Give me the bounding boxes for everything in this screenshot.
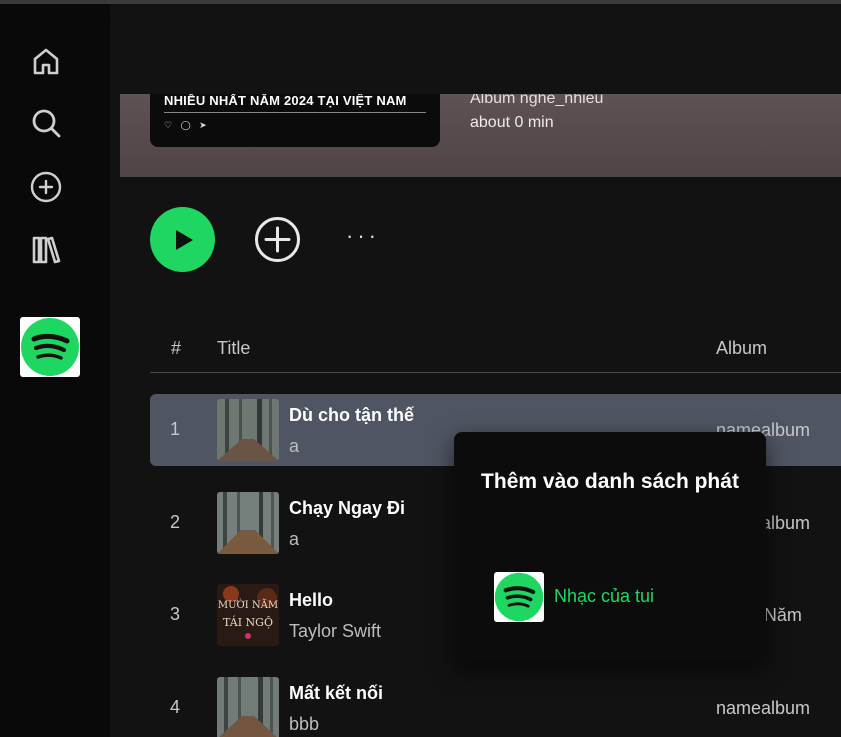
- cover-divider: [164, 112, 426, 113]
- header-number: #: [171, 338, 182, 358]
- track-artist[interactable]: Taylor Swift: [289, 621, 381, 642]
- library-icon[interactable]: [29, 233, 63, 267]
- album-header: NHIỀU NHẤT NĂM 2024 TẠI VIỆT NAM ♡ ◯ ➤ A…: [120, 90, 841, 177]
- track-artist[interactable]: bbb: [289, 714, 319, 735]
- track-row[interactable]: 4 Mất kết nối bbb namealbum: [150, 672, 841, 737]
- track-album[interactable]: namealbum: [716, 698, 810, 719]
- track-artist[interactable]: a: [289, 529, 299, 550]
- sidebar: [0, 4, 110, 737]
- track-table-header: # Title Album: [150, 332, 841, 373]
- svg-text:MƯỜI NĂM: MƯỜI NĂM: [218, 599, 278, 611]
- track-title: Dù cho tận thế: [289, 405, 414, 425]
- album-cover: NHIỀU NHẤT NĂM 2024 TẠI VIỆT NAM ♡ ◯ ➤: [150, 90, 440, 147]
- track-title: Chạy Ngay Đi: [289, 498, 406, 518]
- popup-title: Thêm vào danh sách phát: [481, 470, 739, 493]
- popup-playlist-option[interactable]: Nhạc của tui: [494, 572, 744, 622]
- track-number: 3: [170, 604, 181, 624]
- track-artist[interactable]: a: [289, 436, 299, 457]
- track-title: Mất kết nối: [289, 683, 384, 703]
- window-top-border: [0, 0, 841, 4]
- play-icon: [175, 229, 193, 250]
- track-number: 2: [170, 512, 181, 532]
- more-icon[interactable]: ···: [346, 223, 386, 253]
- search-icon[interactable]: [29, 106, 63, 140]
- track-number: 4: [170, 697, 181, 717]
- cover-social-icons: ♡ ◯ ➤: [164, 120, 210, 130]
- action-bar: ···: [150, 207, 810, 273]
- playlist-thumbnail: [494, 572, 544, 622]
- svg-text:TÁI NGỘ: TÁI NGỘ: [223, 615, 273, 629]
- add-circle-icon: [255, 217, 300, 262]
- header-title: Title: [217, 338, 251, 358]
- album-duration: about 0 min: [470, 114, 554, 131]
- sidebar-playlist-spotify[interactable]: [20, 317, 80, 377]
- add-to-playlist-popup: Thêm vào danh sách phát Nhạc của tui: [454, 432, 766, 662]
- add-to-playlist-button[interactable]: [254, 216, 301, 263]
- header-album: Album: [716, 338, 768, 358]
- cover-title: NHIỀU NHẤT NĂM 2024 TẠI VIỆT NAM: [164, 93, 407, 108]
- track-thumbnail: [217, 399, 279, 461]
- top-bar: [110, 14, 841, 94]
- track-thumbnail: MƯỜI NĂM TÁI NGỘ: [217, 584, 279, 646]
- spotify-icon: [21, 318, 79, 376]
- spotify-icon: [494, 572, 544, 622]
- track-thumbnail: [217, 492, 279, 554]
- track-thumbnail: [217, 677, 279, 737]
- play-button[interactable]: [150, 207, 215, 272]
- plus-circle-icon[interactable]: [29, 170, 63, 204]
- home-icon[interactable]: [29, 44, 63, 78]
- playlist-option-label: Nhạc của tui: [554, 586, 655, 606]
- track-title: Hello: [289, 590, 334, 610]
- track-number: 1: [170, 419, 181, 439]
